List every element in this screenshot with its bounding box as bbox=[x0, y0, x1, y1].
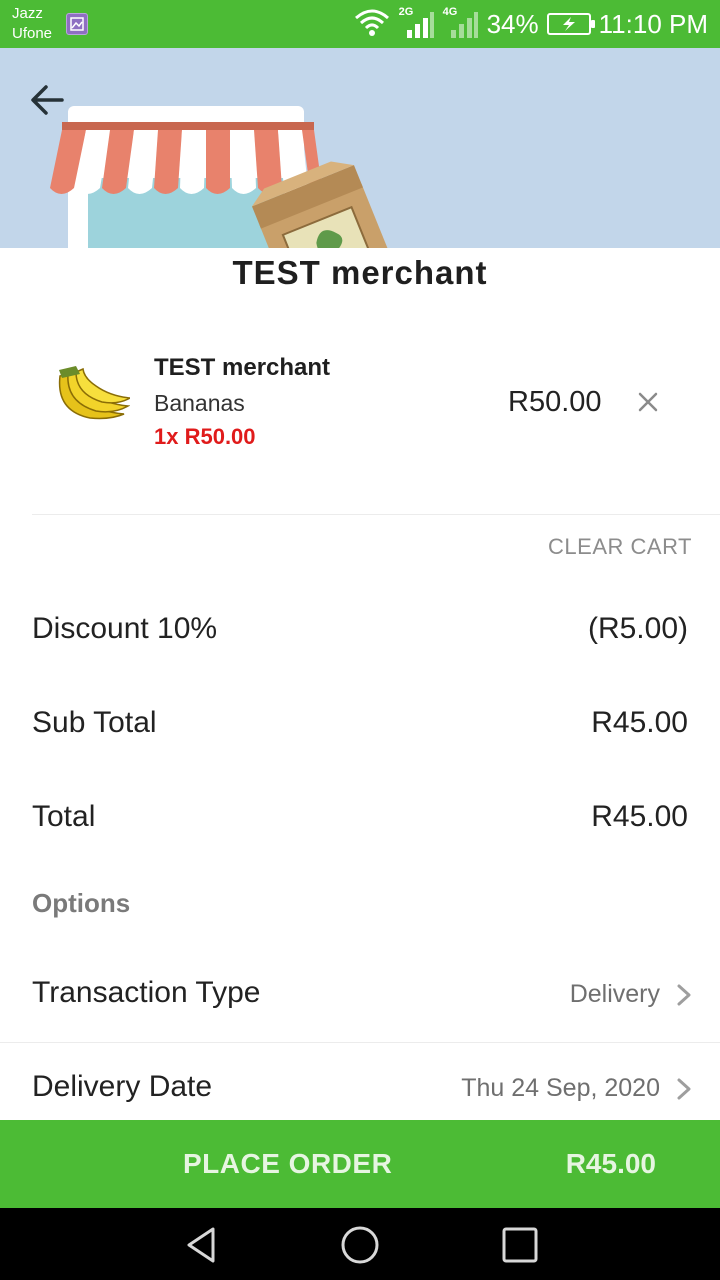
transaction-type-row[interactable]: Transaction Type Delivery bbox=[0, 950, 720, 1044]
gallery-notification-icon bbox=[66, 13, 88, 35]
page-title: TEST merchant bbox=[232, 254, 488, 291]
transaction-type-value: Delivery bbox=[569, 980, 660, 1008]
transaction-type-label: Transaction Type bbox=[32, 976, 261, 1009]
options-heading: Options bbox=[32, 888, 131, 918]
nav-back-icon bbox=[187, 1227, 215, 1263]
subtotal-label: Sub Total bbox=[32, 706, 157, 739]
battery-charging-icon bbox=[546, 13, 595, 35]
merchant-banner bbox=[0, 48, 720, 248]
chevron-right-icon bbox=[677, 1078, 691, 1100]
clock: 11:10 PM bbox=[598, 9, 708, 39]
place-order-label: PLACE ORDER bbox=[183, 1148, 393, 1179]
remove-item-button[interactable] bbox=[632, 386, 664, 418]
status-bar: Jazz Ufone 2G 4G 34% 11:10 PM bbox=[0, 0, 720, 48]
order-total: R45.00 bbox=[565, 1148, 656, 1179]
delivery-date-value: Thu 24 Sep, 2020 bbox=[461, 1074, 660, 1102]
discount-value: (R5.00) bbox=[587, 612, 688, 645]
subtotal-value: R45.00 bbox=[591, 706, 688, 739]
network-type-2: 4G bbox=[442, 6, 458, 18]
chevron-right-icon bbox=[677, 984, 691, 1006]
item-name: Bananas bbox=[154, 390, 245, 416]
carrier-2: Ufone bbox=[12, 25, 53, 42]
back-arrow-icon bbox=[31, 85, 64, 115]
nav-recents-icon bbox=[502, 1227, 538, 1263]
total-label: Total bbox=[32, 800, 96, 833]
divider bbox=[0, 1042, 720, 1043]
nav-home-button[interactable] bbox=[339, 1224, 381, 1266]
place-order-button[interactable]: PLACE ORDER R45.00 bbox=[0, 1120, 720, 1208]
network-type-1: 2G bbox=[398, 6, 414, 18]
system-nav-bar bbox=[0, 1208, 720, 1280]
nav-home-icon bbox=[341, 1226, 379, 1264]
status-icons: 2G 4G 34% 11:10 PM bbox=[353, 0, 708, 48]
clear-cart-button[interactable]: CLEAR CART bbox=[548, 534, 692, 560]
carrier-1: Jazz bbox=[12, 5, 43, 22]
total-value: R45.00 bbox=[591, 800, 688, 833]
cart-item: TEST merchant Bananas 1x R50.00 R50.00 bbox=[32, 340, 688, 460]
signal-icon: 4G bbox=[442, 6, 479, 40]
close-icon bbox=[638, 392, 658, 412]
delivery-date-label: Delivery Date bbox=[32, 1070, 213, 1103]
discount-label: Discount 10% bbox=[32, 612, 218, 645]
signal-icon: 2G bbox=[398, 6, 435, 40]
item-quantity-price: 1x R50.00 bbox=[154, 424, 256, 449]
shop-illustration bbox=[50, 106, 396, 248]
item-merchant-name: TEST merchant bbox=[154, 354, 331, 381]
divider bbox=[32, 514, 720, 515]
back-button[interactable] bbox=[26, 78, 70, 122]
item-price: R50.00 bbox=[508, 386, 602, 418]
wifi-icon bbox=[353, 7, 391, 42]
banana-image bbox=[50, 356, 133, 426]
nav-back-button[interactable] bbox=[180, 1224, 222, 1266]
battery-percent: 34% bbox=[486, 9, 539, 39]
carrier-labels: Jazz Ufone bbox=[12, 4, 52, 44]
nav-recents-button[interactable] bbox=[499, 1224, 541, 1266]
